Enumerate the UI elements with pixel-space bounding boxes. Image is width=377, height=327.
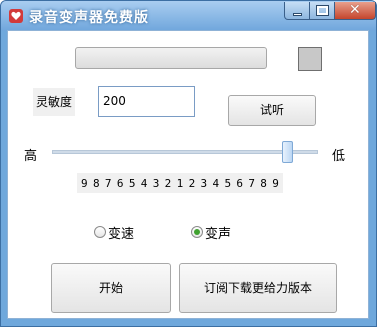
close-icon: ✕	[349, 2, 361, 18]
listen-button[interactable]: 试听	[228, 95, 316, 126]
scale-tick-label: 7	[248, 176, 255, 190]
option-speed[interactable]: 变速	[94, 224, 135, 242]
pitch-high-label: 高	[24, 149, 38, 164]
scale-tick-label: 6	[236, 176, 244, 190]
start-button[interactable]: 开始	[51, 263, 171, 313]
scale-tick-label: 2	[188, 176, 196, 190]
scale-tick-label: 8	[260, 176, 267, 190]
option-voice[interactable]: 变声	[191, 224, 232, 242]
scale-tick-label: 5	[224, 176, 232, 190]
heart-icon	[9, 9, 23, 23]
radio-voice[interactable]	[191, 226, 203, 238]
scale-tick-label: 3	[200, 176, 208, 190]
scale-tick-label: 3	[152, 176, 160, 190]
pitch-slider-thumb[interactable]	[282, 141, 293, 163]
option-speed-label: 变速	[108, 226, 135, 242]
color-indicator[interactable]	[298, 47, 322, 71]
close-button[interactable]: ✕	[334, 2, 376, 20]
scale-tick-label: 4	[212, 176, 220, 190]
minimize-icon	[293, 13, 302, 16]
scale-tick-label: 4	[140, 176, 148, 190]
pitch-low-label: 低	[332, 149, 346, 164]
title-bar[interactable]: 录音变声器免费版 ✕	[1, 1, 376, 31]
recording-progress-bar	[75, 47, 267, 69]
scale-tick-label: 1	[176, 176, 184, 190]
pitch-slider-track[interactable]	[52, 150, 318, 154]
scale-tick-label: 9	[81, 176, 88, 190]
scale-tick-label: 8	[92, 176, 100, 190]
scale-tick-label: 6	[116, 176, 124, 190]
scale-tick-label: 2	[164, 176, 172, 190]
sensitivity-label: 灵敏度	[33, 88, 75, 116]
scale-tick-label: 7	[104, 176, 112, 190]
maximize-button[interactable]	[309, 2, 335, 20]
sensitivity-input[interactable]: 200	[98, 86, 195, 117]
pitch-scale: 98765432123456789	[77, 173, 283, 193]
maximize-icon	[316, 5, 329, 16]
window-title: 录音变声器免费版	[29, 10, 149, 26]
scale-tick-label: 9	[272, 176, 279, 190]
upgrade-button[interactable]: 订阅下载更给力版本	[179, 263, 337, 313]
option-voice-label: 变声	[205, 226, 232, 242]
minimize-button[interactable]	[284, 2, 310, 20]
scale-tick-label: 5	[128, 176, 136, 190]
radio-speed[interactable]	[94, 226, 106, 238]
